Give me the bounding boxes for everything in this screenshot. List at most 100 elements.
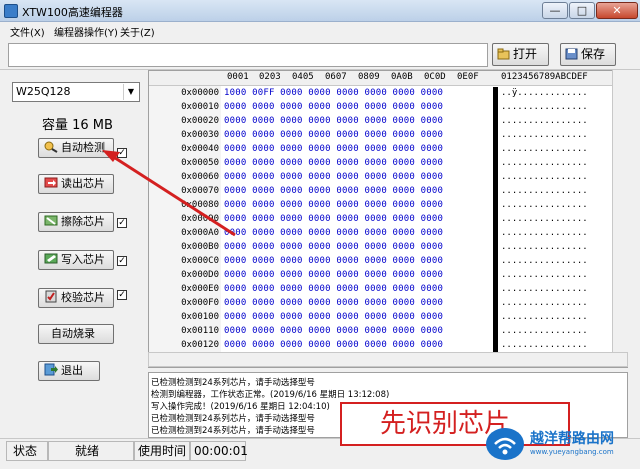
row-hex-values[interactable]: 0000 0000 0000 0000 0000 0000 0000 0000 — [224, 326, 488, 336]
row-ascii[interactable]: ................ — [501, 116, 619, 126]
close-button[interactable]: ✕ — [596, 2, 638, 19]
row-ascii[interactable]: ................ — [501, 284, 619, 294]
chevron-down-icon[interactable]: ▼ — [123, 84, 138, 100]
hex-row[interactable]: 0x00090 0000 0000 0000 0000 0000 0000 000… — [149, 214, 627, 228]
row-hex-values[interactable]: 0000 0000 0000 0000 0000 0000 0000 0000 — [224, 340, 488, 350]
menu-programmer-ops[interactable]: 编程器操作(Y) — [54, 24, 118, 39]
row-ascii[interactable]: ................ — [501, 214, 619, 224]
row-address: 0x00070 — [181, 186, 219, 196]
row-hex-values[interactable]: 0000 0000 0000 0000 0000 0000 0000 0000 — [224, 172, 488, 182]
row-hex-values[interactable]: 0000 0000 0000 0000 0000 0000 0000 0000 — [224, 228, 488, 238]
row-address: 0x00030 — [181, 130, 219, 140]
hex-row[interactable]: 0x00000 1000 00FF 0000 0000 0000 0000 000… — [149, 88, 627, 102]
row-hex-values[interactable]: 0000 0000 0000 0000 0000 0000 0000 0000 — [224, 284, 488, 294]
row-hex-values[interactable]: 0000 0000 0000 0000 0000 0000 0000 0000 — [224, 270, 488, 280]
erase-icon — [44, 214, 58, 227]
row-address: 0x00110 — [181, 326, 219, 336]
chip-model-select[interactable]: W25Q128 ▼ — [12, 82, 140, 102]
vertical-scrollbar[interactable] — [612, 70, 628, 352]
hex-row[interactable]: 0x00040 0000 0000 0000 0000 0000 0000 000… — [149, 144, 627, 158]
row-ascii[interactable]: ................ — [501, 200, 619, 210]
row-ascii[interactable]: ................ — [501, 242, 619, 252]
hex-row[interactable]: 0x00010 0000 0000 0000 0000 0000 0000 000… — [149, 102, 627, 116]
horizontal-scrollbar[interactable] — [148, 352, 628, 367]
hex-row[interactable]: 0x00080 0000 0000 0000 0000 0000 0000 000… — [149, 200, 627, 214]
open-button[interactable]: 打开 — [492, 43, 549, 66]
exit-label: 退出 — [61, 364, 83, 377]
hex-editor[interactable]: 0001 0203 0405 0607 0809 0A0B 0C0D 0E0F … — [148, 70, 628, 368]
row-hex-values[interactable]: 0000 0000 0000 0000 0000 0000 0000 0000 — [224, 158, 488, 168]
row-ascii[interactable]: ................ — [501, 298, 619, 308]
row-ascii[interactable]: ................ — [501, 186, 619, 196]
wifi-logo-icon — [486, 428, 524, 460]
auto-detect-checkbox[interactable]: ✓ — [117, 148, 127, 158]
detect-icon — [44, 140, 58, 153]
menu-about[interactable]: 关于(Z) — [120, 24, 155, 39]
row-hex-values[interactable]: 0000 0000 0000 0000 0000 0000 0000 0000 — [224, 312, 488, 322]
menu-bar: 文件(X) 编程器操作(Y) 关于(Z) — [0, 22, 640, 40]
hex-row[interactable]: 0x000E0 0000 0000 0000 0000 0000 0000 000… — [149, 284, 627, 298]
row-hex-values[interactable]: 0000 0000 0000 0000 0000 0000 0000 0000 — [224, 256, 488, 266]
watermark: 越洋帮路由网 www.yueyangbang.com — [480, 424, 638, 464]
menu-file[interactable]: 文件(X) — [10, 24, 45, 39]
write-chip-button[interactable]: 写入芯片 — [38, 250, 114, 270]
verify-chip-checkbox[interactable]: ✓ — [117, 290, 127, 300]
hex-header: 0001 0203 0405 0607 0809 0A0B 0C0D 0E0F … — [149, 71, 627, 86]
row-hex-values[interactable]: 0000 0000 0000 0000 0000 0000 0000 0000 — [224, 116, 488, 126]
row-ascii[interactable]: ................ — [501, 228, 619, 238]
row-ascii[interactable]: ................ — [501, 270, 619, 280]
write-chip-checkbox[interactable]: ✓ — [117, 256, 127, 266]
erase-chip-button[interactable]: 擦除芯片 — [38, 212, 114, 232]
row-hex-values[interactable]: 1000 00FF 0000 0000 0000 0000 0000 0000 — [224, 88, 488, 98]
hex-row[interactable]: 0x00060 0000 0000 0000 0000 0000 0000 000… — [149, 172, 627, 186]
row-hex-values[interactable]: 0000 0000 0000 0000 0000 0000 0000 0000 — [224, 200, 488, 210]
erase-chip-checkbox[interactable]: ✓ — [117, 218, 127, 228]
row-ascii[interactable]: ................ — [501, 340, 619, 350]
col-header: 0C0D — [424, 72, 446, 82]
hex-row[interactable]: 0x000F0 0000 0000 0000 0000 0000 0000 000… — [149, 298, 627, 312]
row-ascii[interactable]: ................ — [501, 144, 619, 154]
maximize-button[interactable]: □ — [569, 2, 595, 19]
row-ascii[interactable]: ................ — [501, 256, 619, 266]
row-hex-values[interactable]: 0000 0000 0000 0000 0000 0000 0000 0000 — [224, 102, 488, 112]
auto-detect-button[interactable]: 自动检测 — [38, 138, 114, 158]
row-hex-values[interactable]: 0000 0000 0000 0000 0000 0000 0000 0000 — [224, 214, 488, 224]
save-button[interactable]: 保存 — [560, 43, 616, 66]
path-field[interactable] — [8, 43, 488, 67]
hex-row[interactable]: 0x00070 0000 0000 0000 0000 0000 0000 000… — [149, 186, 627, 200]
hex-row[interactable]: 0x000D0 0000 0000 0000 0000 0000 0000 000… — [149, 270, 627, 284]
auto-burn-button[interactable]: 自动烧录 — [38, 324, 114, 344]
read-chip-button[interactable]: 读出芯片 — [38, 174, 114, 194]
save-icon — [565, 46, 578, 60]
row-ascii[interactable]: ................ — [501, 172, 619, 182]
row-hex-values[interactable]: 0000 0000 0000 0000 0000 0000 0000 0000 — [224, 144, 488, 154]
log-line: 已检测检测到24系列芯片，请手动选择型号 — [151, 414, 315, 424]
minimize-button[interactable]: — — [542, 2, 568, 19]
hex-row[interactable]: 0x000B0 0000 0000 0000 0000 0000 0000 000… — [149, 242, 627, 256]
row-ascii[interactable]: ................ — [501, 326, 619, 336]
hex-row[interactable]: 0x000C0 0000 0000 0000 0000 0000 0000 000… — [149, 256, 627, 270]
row-hex-values[interactable]: 0000 0000 0000 0000 0000 0000 0000 0000 — [224, 242, 488, 252]
row-hex-values[interactable]: 0000 0000 0000 0000 0000 0000 0000 0000 — [224, 186, 488, 196]
hex-row[interactable]: 0x000A0 0000 0000 0000 0000 0000 0000 000… — [149, 228, 627, 242]
row-ascii[interactable]: ..ÿ............. — [501, 88, 619, 98]
row-hex-values[interactable]: 0000 0000 0000 0000 0000 0000 0000 0000 — [224, 130, 488, 140]
capacity-label: 容量 16 MB — [42, 118, 113, 133]
hex-row[interactable]: 0x00050 0000 0000 0000 0000 0000 0000 000… — [149, 158, 627, 172]
row-hex-values[interactable]: 0000 0000 0000 0000 0000 0000 0000 0000 — [224, 298, 488, 308]
row-ascii[interactable]: ................ — [501, 312, 619, 322]
col-header: 0809 — [358, 72, 380, 82]
auto-detect-label: 自动检测 — [61, 141, 105, 154]
app-icon — [4, 4, 18, 18]
exit-button[interactable]: 退出 — [38, 361, 100, 381]
hex-row[interactable]: 0x00100 0000 0000 0000 0000 0000 0000 000… — [149, 312, 627, 326]
row-ascii[interactable]: ................ — [501, 158, 619, 168]
row-ascii[interactable]: ................ — [501, 130, 619, 140]
verify-chip-button[interactable]: 校验芯片 — [38, 288, 114, 308]
hex-row[interactable]: 0x00020 0000 0000 0000 0000 0000 0000 000… — [149, 116, 627, 130]
col-header: 0203 — [259, 72, 281, 82]
exit-icon — [44, 363, 58, 376]
hex-row[interactable]: 0x00110 0000 0000 0000 0000 0000 0000 000… — [149, 326, 627, 340]
hex-row[interactable]: 0x00030 0000 0000 0000 0000 0000 0000 000… — [149, 130, 627, 144]
row-ascii[interactable]: ................ — [501, 102, 619, 112]
